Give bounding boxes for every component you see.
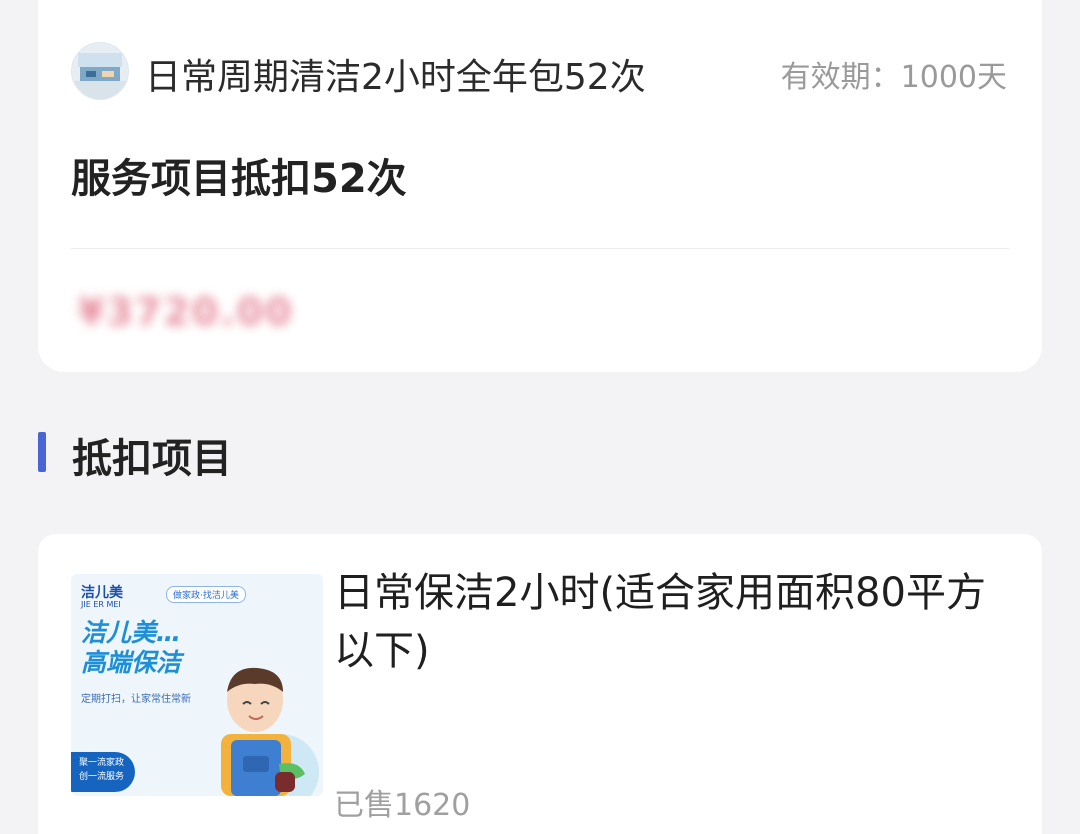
package-title: 日常周期清洁2小时全年包52次 [145, 57, 646, 98]
sold-count: 已售1620 [334, 788, 471, 823]
package-avatar [71, 42, 129, 100]
thumb-headline-2: 高端保洁 [81, 648, 182, 677]
section-accent-bar [38, 432, 46, 472]
package-price-blurred: ¥3720.00 [78, 290, 294, 334]
thumb-headline: 洁儿美… 高端保洁 [81, 618, 181, 678]
section-title: 抵扣项目 [72, 436, 232, 482]
package-card[interactable]: 日常周期清洁2小时全年包52次 有效期：1000天 服务项目抵扣52次 ¥372… [38, 0, 1042, 372]
thumb-brand: 洁儿美 [81, 585, 123, 601]
cleaner-illustration [221, 667, 319, 796]
thumb-brand-en: JIE ER MEI [81, 600, 121, 609]
thumb-badge-1: 聚一流家政 [79, 758, 125, 768]
thumb-slogan: 定期打扫，让家常住常新 [81, 694, 191, 705]
deduct-summary: 服务项目抵扣52次 [71, 156, 407, 202]
validity-label: 有效期：1000天 [780, 60, 1007, 95]
thumb-badge-2: 创一流服务 [79, 772, 125, 782]
package-header: 日常周期清洁2小时全年包52次 有效期：1000天 [71, 42, 1007, 100]
thumb-tag: 做家政·找洁儿美 [166, 586, 246, 603]
service-item-title: 日常保洁2小时(适合家用面积80平方以下) [334, 570, 986, 674]
divider [71, 248, 1009, 249]
thumb-badge: 聚一流家政 创一流服务 [71, 752, 135, 792]
service-item-card[interactable]: 洁儿美 JIE ER MEI 做家政·找洁儿美 洁儿美… 高端保洁 定期打扫，让… [38, 534, 1042, 834]
thumb-headline-1: 洁儿美… [81, 618, 182, 647]
service-thumbnail: 洁儿美 JIE ER MEI 做家政·找洁儿美 洁儿美… 高端保洁 定期打扫，让… [71, 574, 323, 796]
